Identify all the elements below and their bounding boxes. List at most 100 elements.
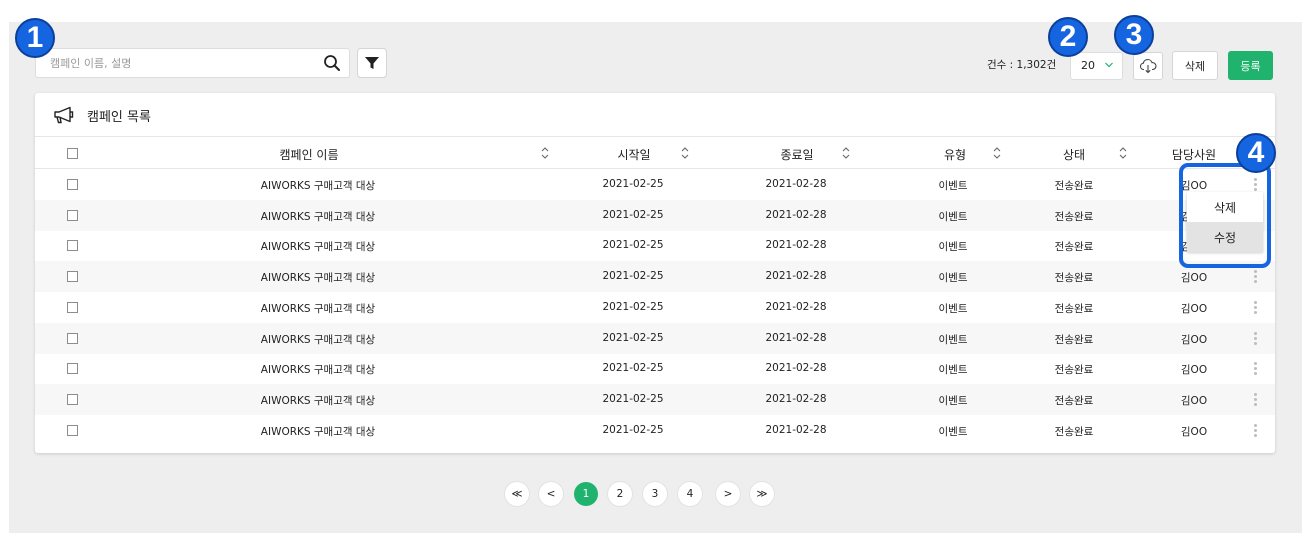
callout-badge-3: 3 [1114,15,1154,55]
cell-end-date: 2021-02-28 [765,178,827,190]
card-header: 캠페인 목록 [53,105,151,125]
cell-owner: 김OO [1180,425,1208,438]
page-size-select[interactable]: 20 [1070,52,1123,80]
pagination-prev[interactable]: < [539,482,563,506]
cell-status: 전송완료 [1054,364,1094,377]
table-row[interactable]: AIWORKS 구매고객 대상 2021-02-25 2021-02-28 이벤트 전송… [35,383,1275,415]
more-options-icon[interactable] [1254,270,1258,284]
pagination-page-1[interactable]: 1 [574,482,598,506]
column-header-status[interactable]: 상태 [1063,146,1085,163]
download-button[interactable] [1133,52,1163,80]
more-options-icon[interactable] [1254,331,1258,346]
row-checkbox[interactable] [67,179,78,190]
page-size-value: 20 [1081,59,1095,72]
callout-badge-4: 4 [1236,133,1276,173]
table-row[interactable]: AIWORKS 구매고객 대상 2021-02-25 2021-02-28 이벤트 전송… [35,322,1275,354]
cell-owner: 김OO [1180,364,1208,377]
cell-campaign-name: AIWORKS 구매고객 대상 [260,425,376,438]
cell-owner: 김OO [1180,272,1208,285]
sort-icon[interactable] [680,146,690,160]
cell-campaign-name: AIWORKS 구매고객 대상 [260,180,376,192]
table-row[interactable]: AIWORKS 구매고객 대상 2021-02-25 2021-02-28 이벤트 전송… [35,169,1275,200]
pagination-page-3[interactable]: 3 [643,482,667,506]
cell-type: 이벤트 [938,425,968,438]
cell-start-date: 2021-02-25 [602,178,664,190]
row-checkbox[interactable] [67,424,78,436]
column-header-start-date[interactable]: 시작일 [617,146,650,163]
column-header-name[interactable]: 캠페인 이름 [279,146,338,163]
row-checkbox[interactable] [67,301,78,313]
pagination-page-4[interactable]: 4 [678,482,702,506]
sort-icon[interactable] [992,146,1002,160]
cell-type: 이벤트 [938,241,968,254]
row-checkbox[interactable] [67,363,78,375]
table-row[interactable]: AIWORKS 구매고객 대상 2021-02-25 2021-02-28 이벤트 전송… [35,292,1275,323]
table-row[interactable]: AIWORKS 구매고객 대상 2021-02-25 2021-02-28 이벤트 전송… [35,199,1275,231]
cell-end-date: 2021-02-28 [765,331,827,344]
search-box[interactable] [35,48,350,78]
sort-icon[interactable] [540,146,550,160]
pagination-last[interactable]: ≫ [750,482,774,506]
more-options-icon[interactable] [1254,362,1258,376]
cell-status: 전송완료 [1054,333,1094,346]
cell-start-date: 2021-02-25 [602,423,664,436]
table-header: 캠페인 이름 시작일 종료일 유형 상태 담당사원 [35,136,1275,169]
cell-type: 이벤트 [938,302,968,315]
more-options-icon[interactable] [1254,300,1258,315]
row-checkbox[interactable] [67,271,78,283]
row-checkbox[interactable] [67,209,78,221]
sort-icon[interactable] [841,146,851,160]
cell-status: 전송완료 [1054,425,1094,438]
cell-owner: 김OO [1180,394,1208,407]
pagination-page-2[interactable]: 2 [608,482,632,506]
cell-type: 이벤트 [938,394,968,407]
cell-start-date: 2021-02-25 [602,331,664,344]
cell-end-date: 2021-02-28 [765,239,827,252]
delete-button[interactable]: 삭제 [1172,51,1218,80]
cell-start-date: 2021-02-25 [602,208,664,221]
cell-start-date: 2021-02-25 [602,362,664,375]
row-checkbox[interactable] [67,240,78,252]
column-header-end-date[interactable]: 종료일 [780,146,813,163]
register-button[interactable]: 등록 [1228,51,1273,80]
callout-badge-2: 2 [1048,17,1088,57]
table-row[interactable]: AIWORKS 구매고객 대상 2021-02-25 2021-02-28 이벤트 전송… [35,353,1275,384]
cell-start-date: 2021-02-25 [602,392,664,405]
cell-status: 전송완료 [1054,210,1094,223]
total-count: 건수 : 1,302건 [987,59,1057,71]
cell-end-date: 2021-02-28 [765,392,827,405]
sort-icon[interactable] [1118,146,1128,160]
row-checkbox[interactable] [67,332,78,344]
select-all-checkbox[interactable] [67,148,78,159]
search-icon[interactable] [323,54,341,72]
cell-start-date: 2021-02-25 [602,300,664,313]
cell-end-date: 2021-02-28 [765,208,827,221]
cell-end-date: 2021-02-28 [765,362,827,375]
search-input[interactable] [36,49,316,77]
callout-highlight-box [1179,163,1271,268]
table-row[interactable]: AIWORKS 구매고객 대상 2021-02-25 2021-02-28 이벤트 전송… [35,261,1275,293]
more-options-icon[interactable] [1254,423,1258,438]
megaphone-icon [54,106,74,124]
cell-campaign-name: AIWORKS 구매고객 대상 [260,364,376,377]
card-title: 캠페인 목록 [87,109,151,125]
pagination-first[interactable]: ≪ [505,482,529,506]
column-header-type[interactable]: 유형 [944,146,966,163]
cell-type: 이벤트 [938,333,968,346]
cell-start-date: 2021-02-25 [602,239,664,252]
cell-type: 이벤트 [938,272,968,285]
cell-campaign-name: AIWORKS 구매고객 대상 [260,241,376,254]
table-row[interactable]: AIWORKS 구매고객 대상 2021-02-25 2021-02-28 이벤트 전송… [35,230,1275,261]
cell-status: 전송완료 [1054,241,1094,254]
campaign-list-card: 캠페인 목록 캠페인 이름 시작일 종료일 유형 상태 담당사원 AIWORKS… [35,93,1275,453]
cell-type: 이벤트 [938,364,968,377]
column-header-owner[interactable]: 담당사원 [1172,146,1216,163]
row-checkbox[interactable] [67,393,78,405]
cell-type: 이벤트 [938,210,968,223]
more-options-icon[interactable] [1254,392,1258,407]
cell-start-date: 2021-02-25 [602,270,664,283]
chevron-down-icon [1105,62,1113,68]
table-row[interactable]: AIWORKS 구매고객 대상 2021-02-25 2021-02-28 이벤트 전송… [35,415,1275,446]
pagination-next[interactable]: > [716,482,740,506]
filter-button[interactable] [357,48,387,78]
